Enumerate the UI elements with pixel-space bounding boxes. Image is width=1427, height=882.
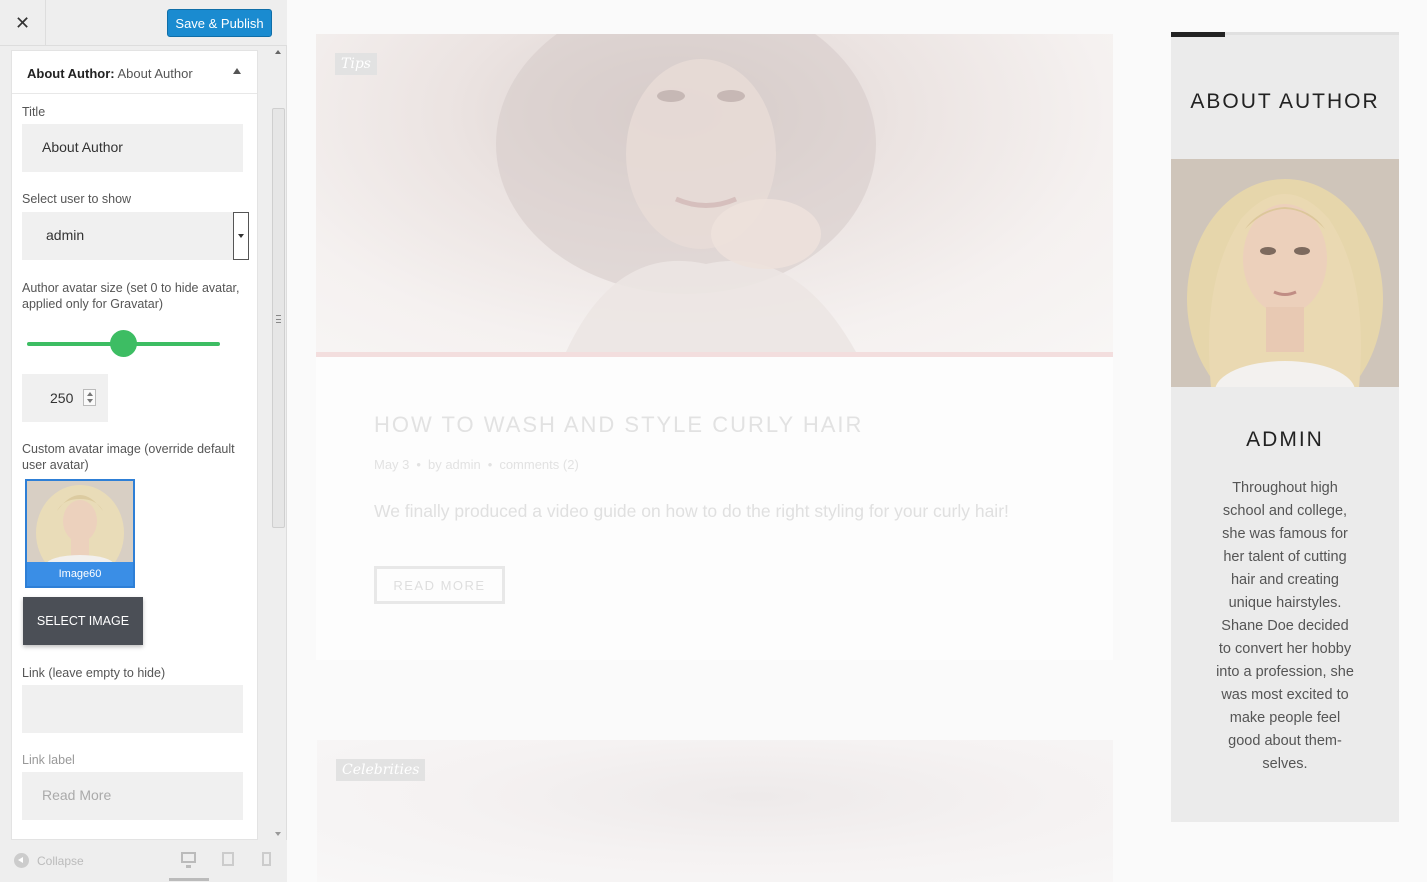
collapse-arrow-icon	[14, 853, 29, 868]
close-icon[interactable]: ✕	[0, 0, 46, 46]
user-select-value: admin	[46, 227, 85, 243]
collapse-button[interactable]: Collapse	[14, 853, 84, 868]
blog-post-card: Tips HOW TO WASH AND STYLE CURLY HAIR Ma…	[316, 34, 1113, 660]
avatar-thumbnail-image	[27, 481, 133, 581]
title-input[interactable]: About Author	[22, 124, 243, 172]
link-label-input[interactable]: Read More	[22, 772, 243, 820]
author-photo-image	[1171, 159, 1399, 387]
scroll-down-icon[interactable]	[275, 832, 281, 836]
user-select-label: Select user to show	[22, 192, 132, 206]
user-select[interactable]: admin	[22, 212, 249, 260]
avatar-size-number-input[interactable]: 250	[22, 374, 108, 422]
widget-accent-bar	[1171, 32, 1225, 37]
panel-header-title: About Author	[117, 66, 193, 81]
avatar-size-label: Author avatar size (set 0 to hide avatar…	[22, 281, 240, 311]
post-image-divider	[316, 352, 1113, 357]
link-input[interactable]	[22, 685, 243, 733]
collapse-up-icon[interactable]	[233, 68, 241, 74]
second-post-category-tag[interactable]: Celebrities	[336, 759, 426, 781]
custom-avatar-thumbnail[interactable]: Image60	[25, 479, 135, 588]
scrollbar-thumb[interactable]	[272, 108, 285, 528]
second-post-image[interactable]: Celebrities	[317, 740, 1113, 882]
avatar-caption: Image60	[27, 562, 133, 586]
collapse-label: Collapse	[37, 853, 84, 868]
avatar-size-slider-thumb[interactable]	[110, 330, 137, 357]
panel-header-label: About Author:	[27, 66, 115, 81]
widget-settings-panel: About Author: About Author Title About A…	[11, 50, 258, 840]
panel-header[interactable]: About Author: About Author	[12, 51, 257, 94]
post-meta: May 3 • by admin • comments (2)	[374, 457, 579, 472]
chevron-down-icon[interactable]	[233, 212, 249, 260]
author-bio: Throughout high school and college, she …	[1216, 480, 1354, 772]
post-image-illustration	[496, 34, 876, 352]
link-label-label: Link label	[22, 753, 75, 767]
post-comments-link[interactable]: comments (2)	[499, 457, 578, 472]
read-more-button[interactable]: READ MORE	[374, 566, 505, 604]
desktop-preview-icon[interactable]	[181, 852, 196, 868]
site-preview: Tips HOW TO WASH AND STYLE CURLY HAIR Ma…	[287, 0, 1427, 882]
number-spinner-icon[interactable]	[83, 389, 96, 406]
post-featured-image[interactable]: Tips	[316, 34, 1113, 352]
custom-avatar-label: Custom avatar image (override default us…	[22, 442, 235, 472]
widget-title: ABOUT AUTHOR	[1190, 90, 1380, 113]
link-label: Link (leave empty to hide)	[22, 666, 166, 680]
scroll-up-icon[interactable]	[275, 50, 281, 54]
post-author-link[interactable]: admin	[445, 457, 480, 472]
mobile-preview-icon[interactable]	[262, 852, 271, 866]
post-title[interactable]: HOW TO WASH AND STYLE CURLY HAIR	[374, 412, 863, 438]
author-name: ADMIN	[1246, 428, 1324, 451]
active-device-indicator	[169, 878, 209, 881]
title-label: Title	[22, 105, 46, 119]
about-author-widget: ABOUT AUTHOR ADMIN Throughout high schoo…	[1171, 32, 1399, 822]
author-photo	[1171, 159, 1399, 387]
customizer-footer: Collapse	[0, 840, 287, 882]
post-category-tag[interactable]: Tips	[335, 53, 377, 75]
post-by: by	[427, 457, 442, 472]
grip-icon	[276, 315, 281, 323]
customizer-topbar: ✕ Save & Publish	[0, 0, 287, 46]
customizer-sidebar: ✕ Save & Publish About Author: About Aut…	[0, 0, 287, 882]
tablet-preview-icon[interactable]	[222, 852, 234, 866]
post-excerpt: We finally produced a video guide on how…	[374, 501, 1009, 521]
avatar-size-value: 250	[50, 390, 74, 406]
panel-scrollbar[interactable]	[270, 46, 286, 838]
post-date: May 3	[374, 457, 410, 472]
select-image-button[interactable]: SELECT IMAGE	[23, 597, 143, 645]
save-publish-button[interactable]: Save & Publish	[167, 9, 272, 37]
